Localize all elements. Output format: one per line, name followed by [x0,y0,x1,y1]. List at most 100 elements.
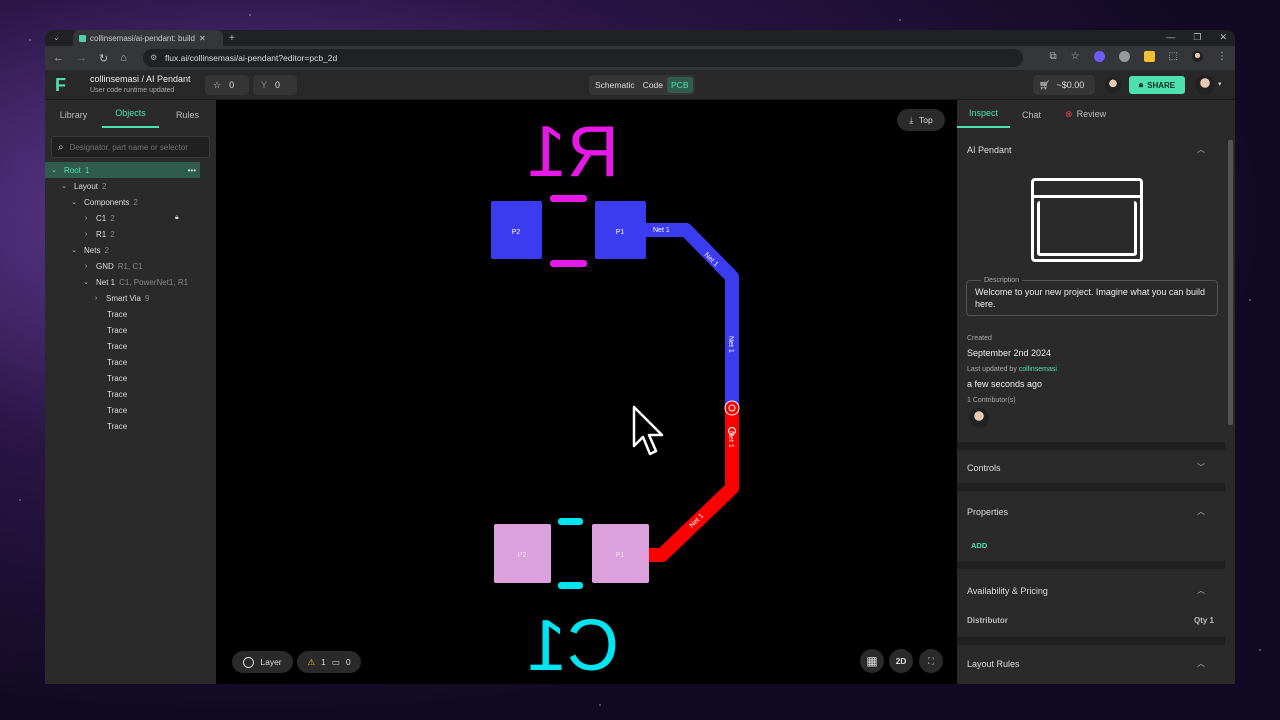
properties-section-header[interactable]: Properties ︿ [957,506,1225,517]
tree-node-gnd[interactable]: › GND R1, C1 [45,258,216,274]
profile-avatar[interactable] [1192,51,1203,62]
cart-button[interactable]: 🛒︎ ~$0.00 [1033,75,1095,95]
extension-icon[interactable] [1093,51,1105,62]
tree-node-trace[interactable]: Trace [45,370,216,386]
top-layer-trace[interactable] [645,223,739,410]
extension-icon[interactable] [1143,51,1155,62]
availability-section-header[interactable]: Availability & Pricing ︿ [957,585,1225,596]
tree-node-trace[interactable]: Trace [45,338,216,354]
mode-schematic[interactable]: Schematic [591,77,639,93]
share-button[interactable]: 🔒︎ SHARE [1129,76,1185,94]
mouse-cursor-icon [632,405,664,456]
tree-node-trace[interactable]: Trace [45,322,216,338]
extension-icon[interactable] [1118,51,1130,62]
bottom-layer-trace[interactable] [648,408,739,562]
c1-designator[interactable]: C1 [527,606,619,684]
collapse-chevron-icon[interactable]: ︿ [1197,144,1205,155]
tree-node-layout[interactable]: ⌄ Layout 2 [45,178,216,194]
layer-button[interactable]: Layer [232,651,293,673]
close-window-icon[interactable]: ✕ [1219,32,1227,43]
site-info-icon[interactable]: ⚙ [150,53,157,62]
user-avatar[interactable] [1195,75,1215,95]
mode-code[interactable]: Code [639,77,667,93]
bookmark-star-icon[interactable]: ☆ [1071,51,1080,62]
tree-node-root[interactable]: ⌄ Root 1 ••• [45,162,200,178]
view-2d-button[interactable]: 2D [889,649,913,673]
tab-search-icon[interactable]: ⌄ [53,33,60,42]
home-icon[interactable]: ⌂ [120,52,127,64]
project-path[interactable]: collinsemasi / AI Pendant [90,74,191,84]
fork-button[interactable]: Y 0 [253,75,297,95]
user-menu-chevron-icon[interactable]: ▾ [1218,80,1222,88]
collapse-chevron-icon[interactable]: ︿ [1197,658,1205,669]
forward-icon[interactable]: → [76,52,87,64]
collapse-chevron-icon[interactable]: ⌄ [59,182,69,190]
lock-icon[interactable]: 🔒︎ [175,214,179,222]
expand-chevron-icon[interactable]: › [91,295,101,302]
more-options-icon[interactable]: ••• [188,166,196,175]
collapse-chevron-icon[interactable]: ⌄ [81,278,91,286]
tree-node-c1[interactable]: › C1 2 🔒︎ [45,210,216,226]
collapse-chevron-icon[interactable]: ⌄ [69,198,79,206]
pcb-canvas[interactable]: R1 P2 P1 Net 1 Net 1 Net 1 Net 1 Net 1 P… [216,100,957,684]
tree-node-nets[interactable]: ⌄ Nets 2 [45,242,216,258]
tree-node-trace[interactable]: Trace [45,402,216,418]
flux-logo-icon[interactable]: F [55,76,66,94]
reload-icon[interactable]: ↻ [99,52,108,65]
collapse-chevron-icon[interactable]: ⌄ [49,166,59,174]
updated-by-link[interactable]: collinsemasi [1019,366,1057,373]
r1-pad-p1-label: P1 [616,229,625,236]
tree-node-trace[interactable]: Trace [45,354,216,370]
tree-node-smart-via[interactable]: › Smart Via 9 [45,290,216,306]
tab-close-icon[interactable]: ✕ [199,34,206,43]
layer-label: Layer [260,657,282,667]
install-icon[interactable]: ⧉ [1049,51,1056,62]
tree-node-r1[interactable]: › R1 2 [45,226,216,242]
tab-library[interactable]: Library [45,110,102,128]
grid-toggle-button[interactable]: ▦ [860,649,884,673]
star-button[interactable]: ☆ 0 [205,75,249,95]
expand-chevron-icon[interactable]: › [81,231,91,238]
mode-pcb[interactable]: PCB [667,77,693,93]
project-section-header[interactable]: AI Pendant ︿ [957,144,1225,155]
controls-section-header[interactable]: Controls ﹀ [957,462,1225,473]
tree-node-trace[interactable]: Trace [45,306,216,322]
fullscreen-button[interactable]: ⛶ [919,649,943,673]
collaborator-avatar[interactable] [1105,77,1121,93]
object-search-input[interactable] [69,142,209,152]
contributor-avatar[interactable] [969,408,989,428]
minimize-icon[interactable]: — [1166,32,1175,43]
collapse-chevron-icon[interactable]: ︿ [1197,585,1205,596]
smart-via[interactable] [724,400,740,416]
pcb-layout[interactable]: R1 P2 P1 Net 1 Net 1 Net 1 Net 1 Net 1 P… [216,100,957,684]
new-tab-icon[interactable]: + [229,33,235,44]
right-panel-scrollbar[interactable] [1228,140,1233,425]
browser-tab[interactable]: collinsemasi/ai-pendant: build ✕ [73,30,223,46]
tab-inspect[interactable]: Inspect [957,108,1011,128]
collapse-chevron-icon[interactable]: ︿ [1197,506,1205,517]
tab-objects[interactable]: Objects [102,108,159,128]
expand-chevron-icon[interactable]: › [81,263,91,270]
back-icon[interactable]: ← [53,52,64,64]
add-property-button[interactable]: ADD [971,541,987,550]
maximize-icon[interactable]: ❐ [1193,32,1201,43]
quantity-header[interactable]: Qty 1 [1194,616,1214,625]
issues-button[interactable]: ⚠ 1 ▭ 0 [297,651,361,673]
extensions-puzzle-icon[interactable]: ⬚ [1169,51,1178,62]
tree-node-trace[interactable]: Trace [45,386,216,402]
description-field[interactable]: Description Welcome to your new project.… [966,275,1218,316]
tab-rules[interactable]: Rules [159,110,216,128]
r1-designator[interactable]: R1 [527,112,619,192]
url-bar[interactable]: ⚙ flux.ai/collinsemasi/ai-pendant?editor… [143,49,1023,67]
tree-node-components[interactable]: ⌄ Components 2 [45,194,216,210]
tab-chat[interactable]: Chat [1010,110,1053,128]
tree-node-net1[interactable]: ⌄ Net 1 C1, PowerNet1, R1 [45,274,216,290]
tree-node-trace[interactable]: Trace [45,418,216,434]
browser-menu-icon[interactable]: ⋮ [1217,51,1227,62]
expand-chevron-icon[interactable]: ﹀ [1197,462,1205,473]
expand-chevron-icon[interactable]: › [81,215,91,222]
view-side-button[interactable]: ⤓ Top [897,109,945,131]
layout-rules-section-header[interactable]: Layout Rules ︿ [957,658,1225,669]
tab-review[interactable]: ⊗ Review [1053,109,1118,128]
collapse-chevron-icon[interactable]: ⌄ [69,246,79,254]
